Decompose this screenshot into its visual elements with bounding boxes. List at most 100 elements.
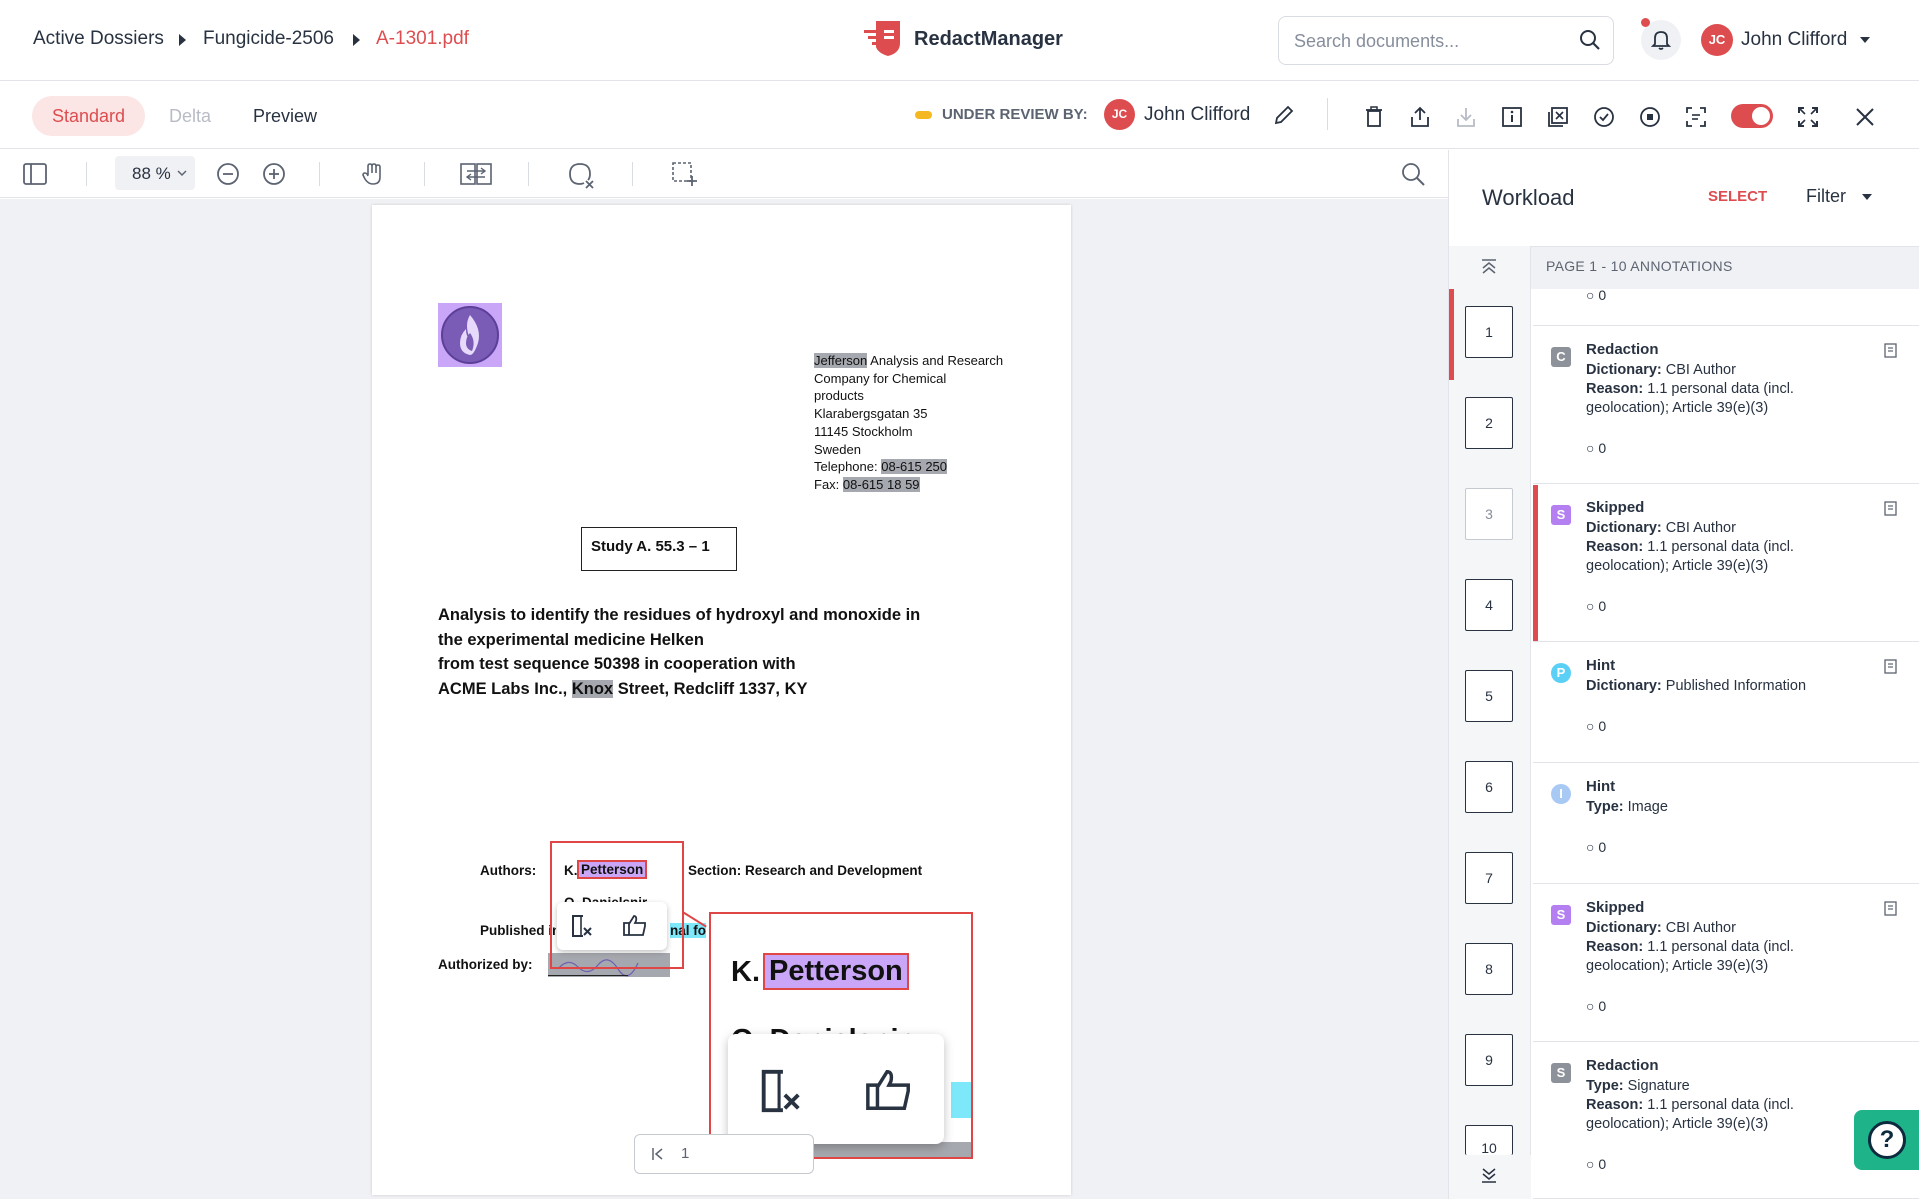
tab-preview[interactable]: Preview [233,96,337,136]
page-thumb-10[interactable]: 10 [1465,1125,1513,1155]
ocr-scan-icon[interactable] [1683,104,1709,130]
page-navigator[interactable]: 1 [634,1134,814,1174]
comment-count[interactable]: ○ 0 [1586,598,1606,614]
annotation-type-badge: C [1551,347,1571,367]
notifications-button[interactable] [1641,18,1681,60]
authorized-by-label: Authorized by: [438,957,533,972]
annotation-item[interactable]: S Skipped Dictionary: CBI Author Reason:… [1533,885,1919,1042]
edit-reviewer-pencil-icon[interactable] [1273,104,1295,126]
address-line-4: Klarabergsgatan 35 [814,406,928,422]
title-line-4: ACME Labs Inc., [438,679,572,698]
zoom-in-icon[interactable] [261,161,287,187]
user-menu-chevron-icon[interactable] [1860,37,1870,43]
annotation-item[interactable]: C Redaction Dictionary: CBI Author Reaso… [1533,327,1919,484]
current-page-input[interactable]: 1 [681,1145,689,1162]
breadcrumb-dossier[interactable]: Fungicide-2506 [203,28,334,50]
annotation-title: Skipped [1586,499,1645,516]
comment-count[interactable]: ○ 0 [1586,998,1606,1014]
viewer-toolbar: 88 % [0,150,1448,198]
document-icon[interactable] [1884,901,1897,916]
filter-chevron-icon[interactable] [1862,194,1872,200]
viewer-search-icon[interactable] [1400,161,1426,187]
document-icon[interactable] [1884,501,1897,516]
magnified-hint [951,1082,971,1118]
annotation-item-selected[interactable]: S Skipped Dictionary: CBI Author Reason:… [1533,485,1919,642]
address-line-1: Analysis and Research [867,353,1004,368]
select-button[interactable]: SELECT [1708,188,1767,205]
annotation-item[interactable]: I Hint Type: Image ○ 0 [1533,764,1919,884]
redacted-fax[interactable]: 08-615 18 59 [842,476,920,492]
scroll-to-top-icon[interactable] [1479,258,1499,276]
comment-count[interactable]: ○ 0 [1586,1156,1606,1172]
user-avatar[interactable]: JC [1701,24,1733,56]
comment-count[interactable]: ○ 0 [1586,718,1606,734]
toggle-sidebar-icon[interactable] [22,162,48,186]
annotation-item[interactable]: P Hint Dictionary: Published Information… [1533,643,1919,763]
approve-check-icon[interactable] [1591,104,1617,130]
title-line-1: Analysis to identify the residues of hyd… [438,606,921,624]
pdf-page[interactable]: Jefferson Analysis and Research Company … [372,205,1071,1195]
help-button[interactable]: ? [1854,1110,1919,1170]
document-icon[interactable] [1884,659,1897,674]
page-thumb-6[interactable]: 6 [1465,761,1513,813]
address-line-2: Company for Chemical [814,370,947,386]
exclude-pages-icon[interactable] [1545,104,1571,130]
upload-icon[interactable] [1407,104,1433,130]
area-select-icon[interactable] [670,160,698,188]
delete-icon[interactable] [1361,104,1387,130]
zoom-out-icon[interactable] [215,161,241,187]
tab-delta: Delta [169,106,212,126]
remove-annotation-icon[interactable] [567,161,597,189]
page-thumb-8[interactable]: 8 [1465,943,1513,995]
comment-count[interactable]: ○ 0 [1586,839,1606,855]
page-thumb-5[interactable]: 5 [1465,670,1513,722]
document-icon[interactable] [1884,343,1897,358]
fullscreen-icon[interactable] [1795,104,1821,130]
accept-thumbs-up-icon[interactable] [621,912,649,938]
scroll-to-bottom-icon[interactable] [1479,1166,1499,1184]
review-status-indicator [915,111,932,119]
first-page-icon[interactable] [651,1147,665,1161]
app-logo-icon [862,19,902,57]
zoom-value: 88 % [132,164,171,183]
redacted-company-name[interactable]: Jefferson [814,353,868,368]
close-icon[interactable] [1852,104,1878,130]
annotation-type-badge: S [1551,1063,1571,1083]
page-thumb-9[interactable]: 9 [1465,1034,1513,1086]
filter-button[interactable]: Filter [1806,186,1846,207]
search-input[interactable]: Search documents... [1278,16,1614,65]
annotation-detail: Type: Image [1586,799,1668,815]
breadcrumb-active-dossiers[interactable]: Active Dossiers [33,28,164,50]
zoom-select[interactable]: 88 % [115,156,195,190]
redacted-telephone[interactable]: 08-615 250 [881,459,948,475]
fax-label: Fax: [814,476,843,492]
page-annotations-header: PAGE 1 - 10 ANNOTATIONS [1546,258,1733,274]
page-thumb-1[interactable]: 1 [1465,306,1513,358]
annotation-detail: Dictionary: CBI Author [1586,362,1736,378]
chevron-down-icon [177,169,187,177]
annotation-title: Redaction [1586,341,1659,358]
pan-hand-icon[interactable] [360,161,386,187]
annotation-reason: Reason: 1.1 personal data (incl. geoloca… [1586,539,1794,574]
page-thumb-7[interactable]: 7 [1465,852,1513,904]
tab-standard[interactable]: Standard [32,96,146,136]
search-icon[interactable] [1579,29,1601,51]
compare-pages-icon[interactable] [459,161,493,187]
page-thumb-2[interactable]: 2 [1465,397,1513,449]
help-icon: ? [1868,1121,1906,1159]
comment-count[interactable]: ○ 0 [1586,440,1606,456]
info-icon[interactable] [1499,104,1525,130]
redacted-street[interactable]: Knox [571,679,614,698]
page-thumb-3[interactable]: 3 [1465,488,1513,540]
magnified-remove-icon [756,1066,806,1116]
toggle-switch[interactable] [1731,104,1773,128]
page-thumb-4[interactable]: 4 [1465,579,1513,631]
list-item[interactable]: ○ 0 [1533,289,1919,326]
remove-redaction-icon[interactable] [569,913,595,939]
telephone-label: Telephone: [814,459,882,475]
user-name[interactable]: John Clifford [1741,29,1847,51]
address-line-5: 11145 Stockholm [814,423,913,439]
magnifier-lens: K. Petterson O. Danielsnir [709,912,973,1159]
stop-icon[interactable] [1637,104,1663,130]
magnified-author-initial: K. [731,956,760,988]
